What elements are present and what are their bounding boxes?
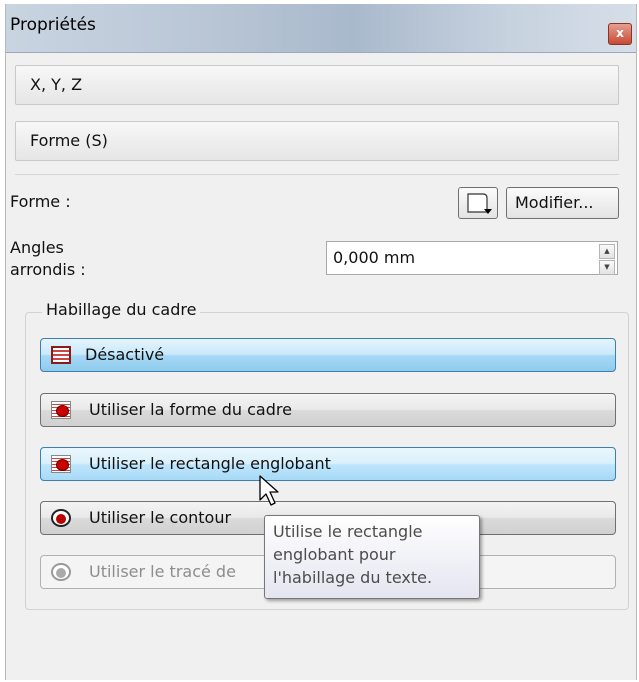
window-title: Propriétés: [10, 15, 96, 35]
clip-path-icon: [51, 563, 71, 581]
modify-shape-button-label: Modifier...: [515, 193, 594, 212]
tooltip-line-3: l'habillage du texte.: [273, 568, 433, 587]
rounded-corners-label-line1: Angles: [10, 238, 64, 257]
wrap-bounding-box-button[interactable]: Utiliser le rectangle englobant: [40, 447, 616, 481]
tooltip-line-2: englobant pour: [273, 545, 396, 564]
mouse-pointer-icon: [259, 475, 279, 506]
bounding-box-icon: [51, 455, 71, 473]
wrap-frame-shape-label: Utiliser la forme du cadre: [89, 400, 292, 419]
rounded-corners-label-line2: arrondis :: [10, 260, 86, 279]
divider: [15, 174, 619, 177]
section-xyz-label: X, Y, Z: [30, 75, 83, 94]
title-bar[interactable]: Propriétés x: [6, 4, 636, 53]
section-shape[interactable]: Forme (S): [15, 121, 619, 161]
frame-shape-icon: [51, 401, 71, 419]
spin-buttons[interactable]: ▲ ▼: [599, 244, 615, 275]
wrap-contour-label: Utiliser le contour: [89, 508, 232, 527]
section-shape-label: Forme (S): [30, 131, 108, 150]
modify-shape-button[interactable]: Modifier...: [506, 187, 619, 219]
section-xyz[interactable]: X, Y, Z: [15, 65, 619, 105]
wrap-disabled-label: Désactivé: [85, 345, 165, 364]
wrap-disabled-button[interactable]: Désactivé: [40, 338, 616, 372]
shape-dropdown-icon: [467, 193, 492, 214]
rounded-corners-spinbox[interactable]: ▲ ▼: [326, 241, 618, 275]
spin-down-icon[interactable]: ▼: [599, 260, 615, 275]
frame-off-icon: [51, 346, 71, 364]
spin-up-icon[interactable]: ▲: [599, 244, 615, 259]
shape-label: Forme :: [10, 192, 71, 211]
close-button[interactable]: x: [608, 23, 632, 45]
shape-picker-button[interactable]: [458, 187, 498, 219]
rounded-corners-label: Angles arrondis :: [10, 237, 86, 281]
tooltip-line-1: Utilise le rectangle: [273, 522, 423, 541]
tooltip: Utilise le rectangle englobant pour l'ha…: [264, 515, 480, 599]
rounded-corners-input[interactable]: [333, 248, 573, 267]
text-flow-group-title: Habillage du cadre: [42, 300, 201, 319]
properties-panel: Propriétés x X, Y, Z Forme (S) Forme : M…: [5, 4, 637, 680]
contour-icon: [51, 509, 71, 527]
wrap-clip-path-label: Utiliser le tracé de: [89, 562, 236, 581]
wrap-frame-shape-button[interactable]: Utiliser la forme du cadre: [40, 393, 616, 427]
wrap-bounding-box-label: Utiliser le rectangle englobant: [89, 454, 331, 473]
